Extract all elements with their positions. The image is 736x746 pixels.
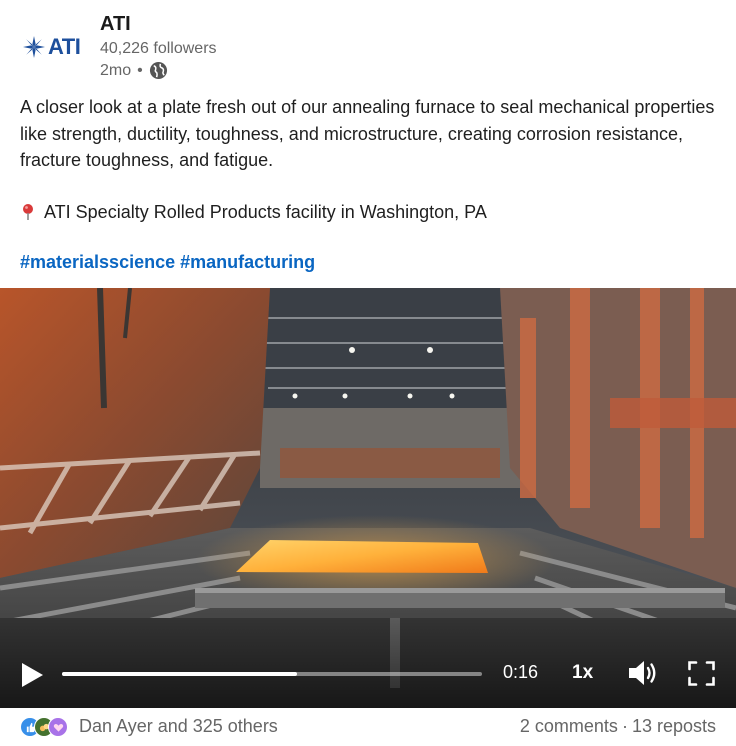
reaction-icons[interactable] bbox=[20, 717, 68, 737]
time-remaining: 0:16 bbox=[503, 662, 539, 682]
company-name[interactable]: ATI bbox=[100, 13, 131, 36]
post-header: ATI ATI 40,226 followers 2mo • bbox=[0, 0, 736, 90]
company-logo[interactable]: ATI bbox=[22, 30, 84, 64]
progress-bar[interactable] bbox=[62, 672, 482, 676]
post-age: 2mo bbox=[100, 61, 132, 79]
playback-speed-button[interactable]: 1x bbox=[572, 662, 593, 684]
engagement-summary: 2 comments · 13 reposts bbox=[520, 716, 716, 737]
post-location: ATI Specialty Rolled Products facility i… bbox=[20, 199, 487, 225]
engagement-separator: · bbox=[621, 716, 628, 736]
hashtag-manufacturing[interactable]: #manufacturing bbox=[180, 252, 315, 273]
video-player[interactable]: 0:16 1x bbox=[0, 288, 736, 708]
map-pin-icon bbox=[23, 204, 33, 220]
follower-count: 40,226 followers bbox=[100, 40, 217, 57]
play-icon[interactable] bbox=[20, 662, 44, 688]
comments-count[interactable]: 2 comments bbox=[520, 716, 618, 737]
reposts-count[interactable]: 13 reposts bbox=[632, 716, 716, 737]
logo-wordmark: ATI bbox=[48, 34, 81, 59]
post-meta: 2mo • bbox=[100, 61, 168, 80]
location-text: ATI Specialty Rolled Products facility i… bbox=[44, 202, 487, 222]
social-counts: Dan Ayer and 325 others 2 comments · 13 … bbox=[0, 708, 736, 746]
post-body: A closer look at a plate fresh out of ou… bbox=[20, 97, 715, 170]
globe-icon bbox=[149, 61, 167, 80]
ati-star-icon bbox=[23, 36, 45, 58]
video-controls: 0:16 1x bbox=[0, 638, 736, 708]
meta-separator: • bbox=[137, 61, 143, 79]
hashtag-list: #materialsscience #manufacturing bbox=[20, 252, 315, 273]
fullscreen-icon[interactable] bbox=[688, 661, 715, 686]
volume-icon[interactable] bbox=[627, 658, 659, 688]
hashtag-materialsscience[interactable]: #materialsscience bbox=[20, 252, 175, 273]
reactors-summary[interactable]: Dan Ayer and 325 others bbox=[79, 716, 278, 737]
support-icon bbox=[48, 717, 68, 737]
progress-fill bbox=[62, 672, 298, 676]
